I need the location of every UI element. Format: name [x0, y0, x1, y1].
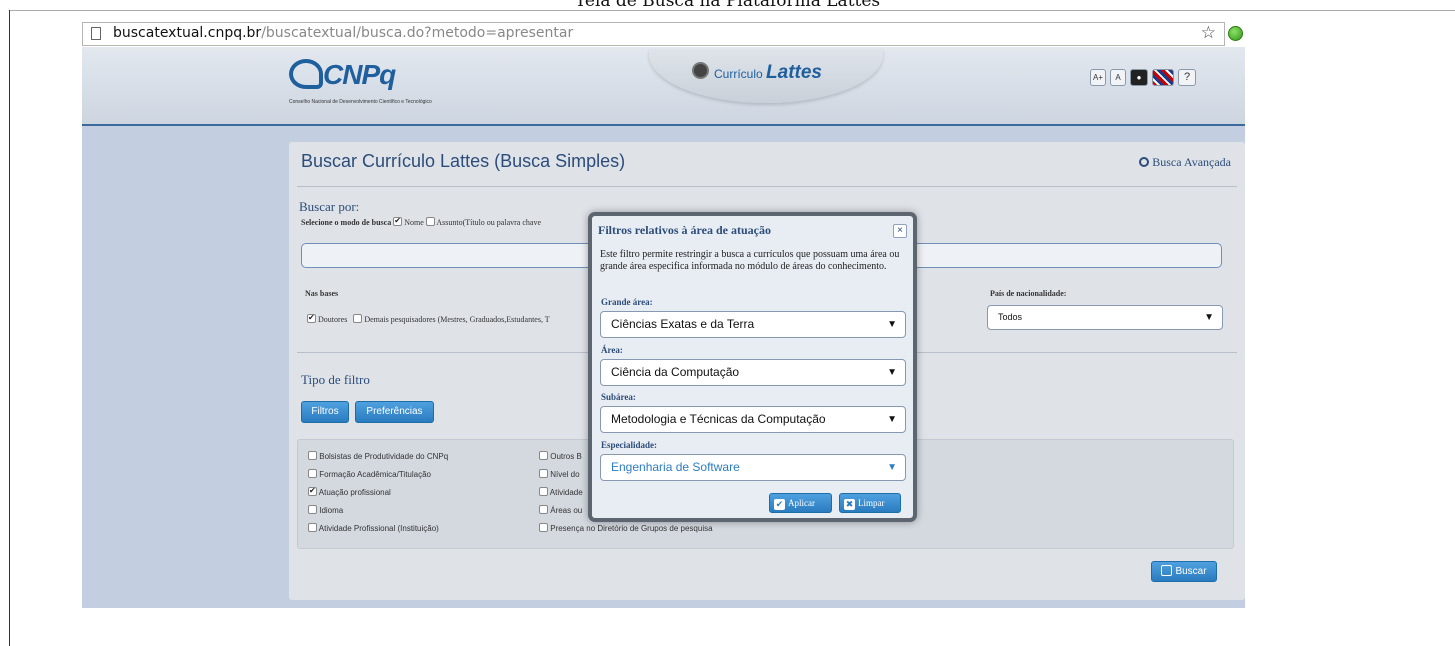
modo-busca-row: Selecione o modo de busca Nome Assunto(T… — [301, 217, 541, 227]
subarea-label: Subárea: — [601, 392, 636, 402]
buscar-por-label: Buscar por: — [299, 199, 360, 214]
demais-label: Demais pesquisadores (Mestres, Graduados… — [364, 315, 550, 324]
checkbox[interactable] — [539, 469, 548, 478]
check-icon: ✔ — [774, 499, 785, 510]
filter-option[interactable]: Bolsistas de Produtividade do CNPq — [308, 451, 448, 461]
nas-bases-label: Nas bases — [305, 289, 339, 298]
green-dot-icon[interactable] — [1228, 26, 1243, 41]
especialidade-label: Especialidade: — [601, 440, 658, 450]
subarea-select[interactable]: Metodologia e Técnicas da Computação ▼ — [600, 406, 906, 433]
limpar-button[interactable]: ✖ Limpar — [839, 493, 901, 513]
filter-option[interactable]: Presença no Diretório de Grupos de pesqu… — [539, 523, 713, 533]
checkbox[interactable] — [308, 523, 317, 532]
aplicar-button[interactable]: ✔ Aplicar — [769, 493, 832, 513]
area-select[interactable]: Ciência da Computação ▼ — [600, 359, 906, 386]
eraser-icon: ✖ — [844, 499, 855, 510]
url-path: /buscatextual/busca.do?metodo=apresentar — [261, 25, 574, 41]
star-icon[interactable]: ☆ — [1201, 23, 1216, 43]
dialog-title: Filtros relativos à área de atuação — [598, 223, 771, 237]
filter-option[interactable]: Atividade — [539, 487, 583, 497]
doutores-label: Doutores — [318, 315, 348, 324]
magnifier-icon — [1139, 157, 1150, 167]
font-increase-button[interactable]: A+ — [1090, 69, 1107, 86]
pais-select[interactable]: Todos ▼ — [987, 305, 1223, 330]
filter-option[interactable]: Áreas ou — [539, 505, 582, 515]
checkbox[interactable] — [539, 451, 548, 460]
help-button[interactable]: ? — [1178, 69, 1197, 86]
dropdown-arrow-icon: ▼ — [1204, 312, 1214, 323]
divider — [297, 186, 1237, 187]
filter-option[interactable]: Formação Acadêmica/Titulação — [308, 469, 431, 479]
checkbox[interactable] — [539, 523, 548, 532]
nome-checkbox[interactable] — [393, 217, 403, 226]
curriculo-lattes-label: Currículo Lattes — [714, 62, 822, 83]
lattes-icon — [692, 62, 709, 79]
site-header: CNPq Conselho Nacional de Desenvolviment… — [82, 47, 1245, 126]
filter-option[interactable]: Outros B — [539, 451, 582, 461]
preferencias-button[interactable]: Preferências — [355, 401, 434, 423]
dialog-description: Este filtro permite restringir a busca a… — [600, 249, 900, 272]
especialidade-select[interactable]: Engenharia de Software ▼ — [600, 454, 906, 481]
modo-busca-label: Selecione o modo de busca — [301, 218, 392, 227]
area-filter-dialog: Filtros relativos à área de atuação × Es… — [588, 212, 917, 522]
grande-area-select[interactable]: Ciências Exatas e da Terra ▼ — [600, 311, 906, 338]
filter-option[interactable]: Atuação profissional — [308, 487, 391, 497]
contrast-icon[interactable]: ● — [1130, 69, 1149, 86]
checkbox[interactable] — [308, 451, 317, 460]
grande-area-label: Grande área: — [601, 297, 653, 307]
bases-row: Doutores Demais pesquisadores (Mestres, … — [307, 314, 550, 324]
dropdown-arrow-icon: ▼ — [887, 367, 897, 378]
assunto-checkbox[interactable] — [425, 217, 435, 226]
tipo-filtro-label: Tipo de filtro — [301, 372, 370, 387]
checkbox[interactable] — [308, 469, 317, 478]
dropdown-arrow-icon: ▼ — [887, 319, 897, 330]
advanced-search-link[interactable]: Busca Avançada — [1139, 155, 1231, 170]
curriculo-lattes-tab[interactable]: Currículo Lattes — [649, 49, 883, 103]
address-bar[interactable]: buscatextual.cnpq.br/buscatextual/busca.… — [82, 22, 1225, 46]
nome-label: Nome — [404, 218, 424, 227]
buscar-button[interactable]: Buscar — [1151, 561, 1217, 582]
pais-label: País de nacionalidade: — [990, 289, 1067, 298]
dropdown-arrow-icon: ▼ — [887, 414, 897, 425]
dropdown-arrow-icon: ▼ — [887, 462, 897, 473]
filter-option[interactable]: Idioma — [308, 505, 343, 515]
demais-checkbox[interactable] — [353, 314, 363, 323]
accessibility-tools: A+ A ● ? — [1090, 69, 1197, 86]
frame-border — [9, 10, 10, 646]
cnpq-logo-mark-icon — [289, 59, 323, 89]
uk-flag-icon[interactable] — [1152, 69, 1175, 86]
assunto-label: Assunto(Título ou palavra chave — [436, 218, 541, 227]
page-title: Buscar Currículo Lattes (Busca Simples) — [301, 151, 626, 171]
cnpq-logo-subtitle: Conselho Nacional de Desenvolvimento Cie… — [289, 99, 432, 105]
close-icon[interactable]: × — [893, 224, 907, 238]
cnpq-logo-text: CNPq — [323, 59, 396, 90]
font-reset-button[interactable]: A — [1110, 69, 1127, 86]
checkbox[interactable] — [539, 505, 548, 514]
url-text[interactable]: buscatextual.cnpq.br/buscatextual/busca.… — [113, 25, 573, 41]
checkbox[interactable] — [539, 487, 548, 496]
filter-option[interactable]: Atividade Profissional (Instituição) — [308, 523, 439, 533]
url-host: buscatextual.cnpq.br — [113, 25, 262, 41]
page-icon — [91, 27, 101, 40]
search-icon — [1161, 565, 1173, 576]
doutores-checkbox[interactable] — [307, 314, 316, 323]
checkbox[interactable] — [308, 505, 317, 514]
frame-divider — [9, 10, 1455, 11]
area-label: Área: — [601, 345, 623, 355]
filter-option[interactable]: Nível do — [539, 469, 580, 479]
filtros-button[interactable]: Filtros — [301, 401, 349, 423]
checkbox[interactable] — [308, 487, 317, 496]
